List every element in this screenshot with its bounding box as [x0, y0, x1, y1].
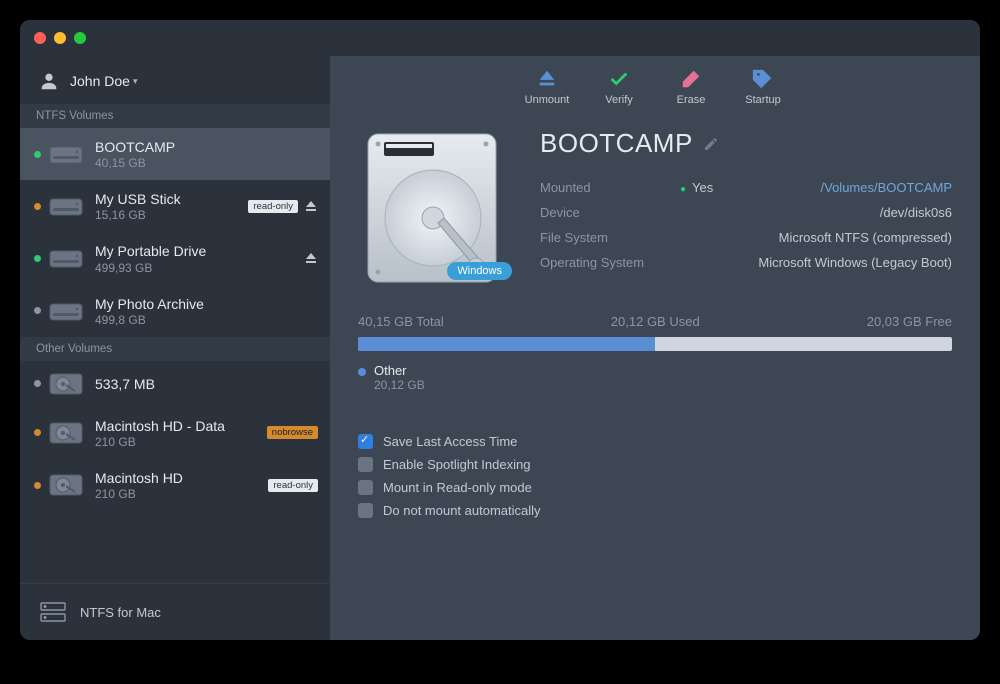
storage-used: 20,12 GB Used: [611, 314, 700, 329]
volume-size: 40,15 GB: [95, 156, 318, 170]
info-row-device: Device /dev/disk0s6: [540, 200, 952, 225]
section-header-other: Other Volumes: [20, 337, 330, 361]
sidebar-volume-item[interactable]: My Portable Drive499,93 GB: [20, 232, 330, 284]
status-dot-icon: [34, 429, 41, 436]
titlebar: [20, 20, 980, 56]
volume-name: Macintosh HD - Data: [95, 417, 261, 435]
verify-button[interactable]: Verify: [592, 68, 646, 106]
app-window: John Doe ▾ NTFS Volumes BOOTCAMP40,15 GB…: [20, 20, 980, 640]
option-no-auto[interactable]: Do not mount automatically: [358, 499, 952, 522]
sidebar: John Doe ▾ NTFS Volumes BOOTCAMP40,15 GB…: [20, 56, 330, 640]
checkbox-icon: [358, 457, 373, 472]
volume-tag: read-only: [248, 200, 298, 213]
option-readonly[interactable]: Mount in Read-only mode: [358, 476, 952, 499]
volume-tag: nobrowse: [267, 426, 318, 439]
sidebar-volume-item[interactable]: Macintosh HD210 GB read-only: [20, 459, 330, 511]
storage-bar-used: [358, 337, 655, 351]
sidebar-volume-item[interactable]: My USB Stick15,16 GB read-only: [20, 180, 330, 232]
checkbox-icon: [358, 480, 373, 495]
zoom-window-button[interactable]: [74, 32, 86, 44]
eraser-icon: [680, 68, 702, 90]
close-window-button[interactable]: [34, 32, 46, 44]
volume-title: BOOTCAMP: [540, 128, 693, 159]
pencil-icon[interactable]: [703, 136, 719, 152]
storage-total: 40,15 GB Total: [358, 314, 444, 329]
checkbox-icon: [358, 434, 373, 449]
info-row-os: Operating System Microsoft Windows (Lega…: [540, 250, 952, 275]
sidebar-volume-item[interactable]: Macintosh HD - Data210 GB nobrowse: [20, 407, 330, 459]
chevron-down-icon: ▾: [133, 76, 138, 87]
volume-artwork: Windows: [358, 128, 508, 288]
tag-icon: [752, 68, 774, 90]
status-dot-icon: [34, 482, 41, 489]
volume-size: 210 GB: [95, 487, 262, 501]
volume-size: 499,8 GB: [95, 313, 318, 327]
eject-icon: [536, 68, 558, 90]
hard-drive-icon: [49, 472, 83, 498]
eject-icon[interactable]: [304, 251, 318, 265]
hard-drive-icon: [49, 420, 83, 446]
storage-bar: [358, 337, 952, 351]
external-drive-icon: [49, 298, 83, 324]
storage-summary: 40,15 GB Total 20,12 GB Used 20,03 GB Fr…: [358, 314, 952, 329]
stacked-drives-icon: [40, 602, 66, 622]
profile-name: John Doe: [70, 73, 130, 89]
external-drive-icon: [49, 245, 83, 271]
volume-size: 499,93 GB: [95, 261, 298, 275]
volume-name: My USB Stick: [95, 190, 242, 208]
info-row-filesystem: File System Microsoft NTFS (compressed): [540, 225, 952, 250]
status-dot-icon: [34, 151, 41, 158]
external-drive-icon: [49, 193, 83, 219]
brand-label: NTFS for Mac: [80, 605, 161, 620]
profile-menu[interactable]: John Doe ▾: [20, 56, 330, 104]
mount-path-link[interactable]: /Volumes/BOOTCAMP: [713, 180, 952, 195]
startup-button[interactable]: Startup: [736, 68, 790, 106]
legend-dot-icon: [358, 368, 366, 376]
avatar-icon: [38, 70, 60, 92]
status-dot-icon: [34, 380, 41, 387]
unmount-button[interactable]: Unmount: [520, 68, 574, 106]
section-header-ntfs: NTFS Volumes: [20, 104, 330, 128]
info-row-mounted: Mounted ●Yes /Volumes/BOOTCAMP: [540, 175, 952, 200]
volume-name: BOOTCAMP: [95, 138, 318, 156]
option-save-last-access[interactable]: Save Last Access Time: [358, 430, 952, 453]
erase-button[interactable]: Erase: [664, 68, 718, 106]
volume-size: 210 GB: [95, 435, 261, 449]
volume-name: 533,7 MB: [95, 375, 318, 393]
sidebar-volume-item[interactable]: BOOTCAMP40,15 GB: [20, 128, 330, 180]
status-dot-icon: [34, 255, 41, 262]
volume-name: Macintosh HD: [95, 469, 262, 487]
status-dot-icon: [34, 203, 41, 210]
option-spotlight[interactable]: Enable Spotlight Indexing: [358, 453, 952, 476]
status-dot-icon: [34, 307, 41, 314]
brand-footer[interactable]: NTFS for Mac: [20, 583, 330, 640]
checkbox-icon: [358, 503, 373, 518]
volume-size: 15,16 GB: [95, 208, 242, 222]
external-drive-icon: [49, 141, 83, 167]
volume-name: My Portable Drive: [95, 242, 298, 260]
storage-legend: Other 20,12 GB: [358, 363, 952, 392]
status-dot-icon: ●: [680, 184, 686, 195]
check-icon: [608, 68, 630, 90]
main-panel: Unmount Verify Erase Startup: [330, 56, 980, 640]
windows-badge: Windows: [447, 262, 512, 280]
minimize-window-button[interactable]: [54, 32, 66, 44]
volume-tag: read-only: [268, 479, 318, 492]
sidebar-volume-item[interactable]: My Photo Archive499,8 GB: [20, 285, 330, 337]
hard-drive-icon: [49, 371, 83, 397]
storage-free: 20,03 GB Free: [867, 314, 952, 329]
volume-name: My Photo Archive: [95, 295, 318, 313]
mount-options: Save Last Access Time Enable Spotlight I…: [358, 430, 952, 522]
eject-icon[interactable]: [304, 199, 318, 213]
toolbar: Unmount Verify Erase Startup: [358, 56, 952, 124]
sidebar-volume-item[interactable]: 533,7 MB: [20, 361, 330, 407]
